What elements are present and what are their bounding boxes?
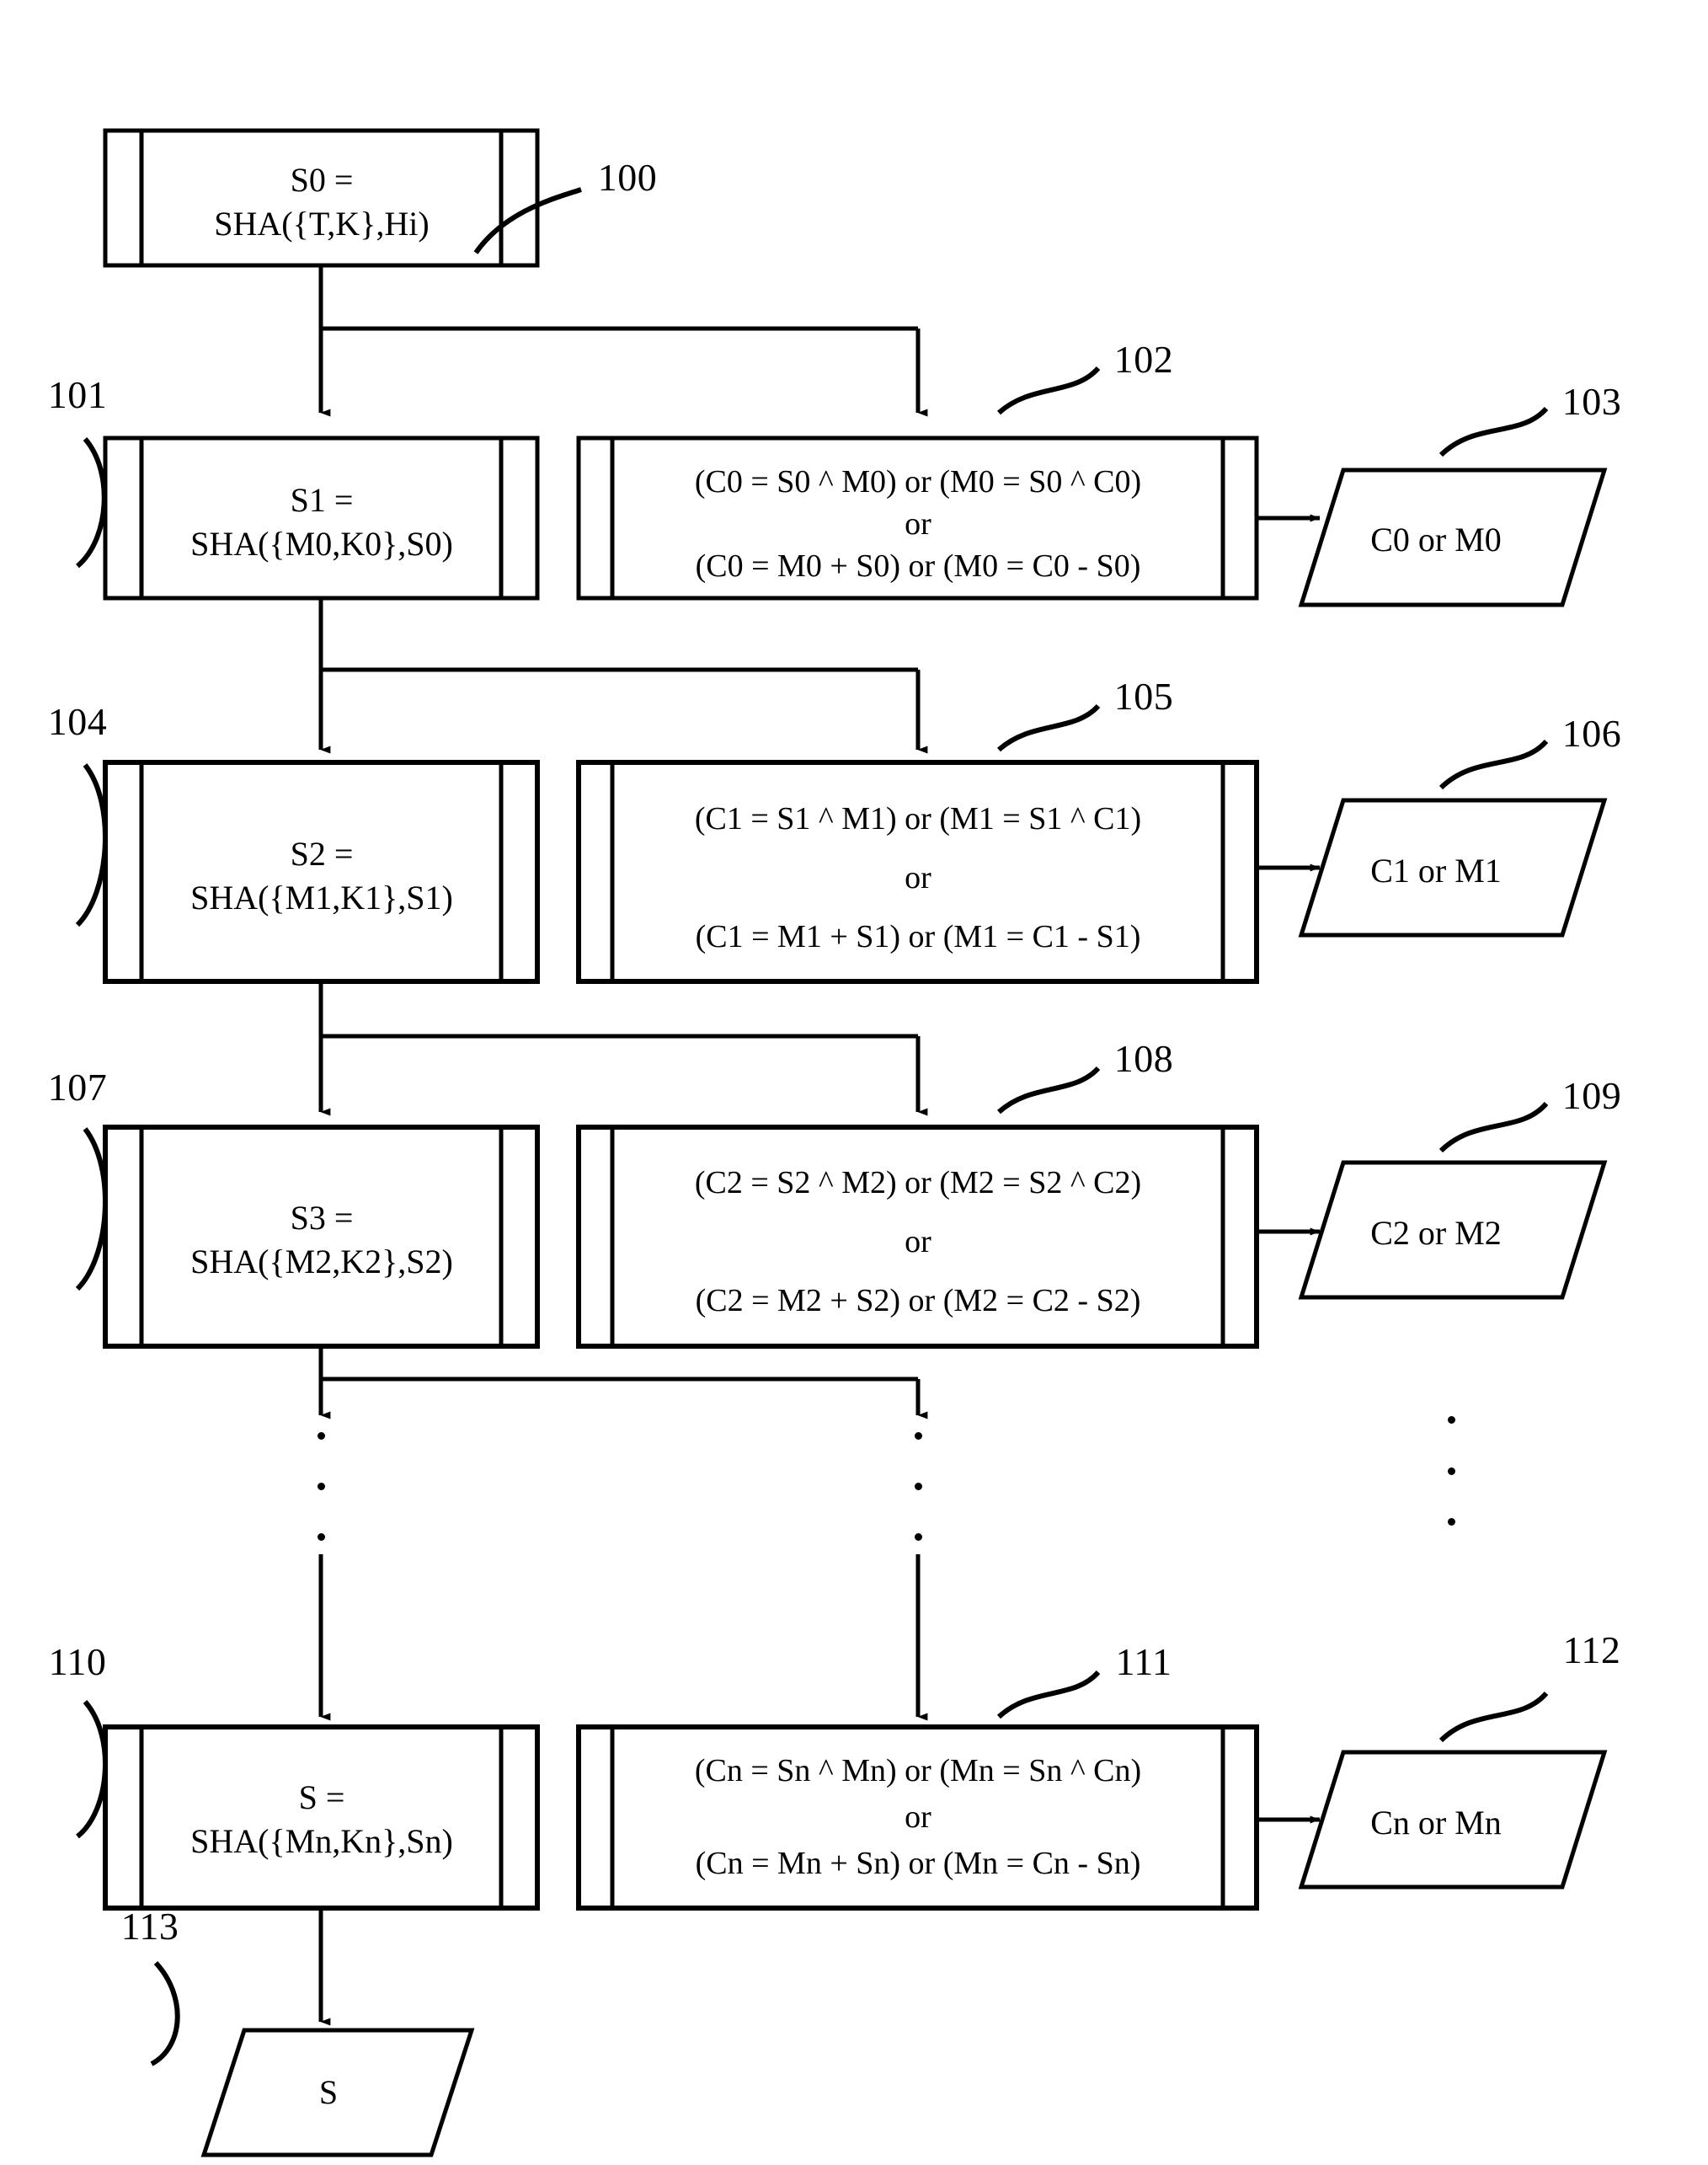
ellipsis-dot-mid-3 — [915, 1533, 922, 1541]
leader-line-103 — [1438, 406, 1549, 457]
leader-line-107 — [75, 1127, 108, 1291]
leader-line-106 — [1438, 739, 1549, 790]
connector-s1-to-stage2 — [318, 598, 928, 754]
expr-box-1 — [576, 760, 1259, 984]
ellipsis-dot-right-1 — [1448, 1416, 1455, 1424]
io-shape-0 — [1298, 468, 1608, 607]
diagram-vector-layer — [75, 128, 1608, 2157]
process-box-sn — [103, 1724, 540, 1911]
connector-ellipsis-to-last-stage — [318, 1554, 928, 1721]
process-box-s2 — [103, 760, 540, 984]
leader-line-105 — [996, 703, 1101, 752]
leader-line-112 — [1438, 1691, 1549, 1743]
io-shape-n — [1298, 1750, 1608, 1890]
io-shape-2 — [1298, 1160, 1608, 1300]
figure-canvas: 100 101 102 103 104 105 106 107 108 109 … — [0, 0, 1708, 2165]
connector-s0-to-stage1 — [318, 265, 928, 417]
ellipsis-dot-right-3 — [1448, 1518, 1455, 1526]
leader-line-101 — [76, 437, 107, 569]
ellipsis-dot-left-3 — [318, 1533, 325, 1541]
leader-line-111 — [996, 1670, 1101, 1719]
process-box-s1 — [103, 436, 540, 601]
leader-line-113 — [150, 1960, 180, 2066]
expr-box-2 — [576, 1125, 1259, 1349]
leader-line-104 — [75, 763, 108, 927]
expr-box-n — [576, 1724, 1259, 1911]
leader-line-100 — [473, 187, 582, 254]
connector-s2-to-stage3 — [318, 981, 928, 1116]
io-shape-final — [200, 2028, 475, 2157]
ellipsis-dot-right-2 — [1448, 1467, 1455, 1475]
leader-line-109 — [1438, 1101, 1549, 1153]
leader-line-108 — [996, 1066, 1101, 1115]
ellipsis-dot-left-2 — [318, 1483, 325, 1490]
ellipsis-dot-mid-1 — [915, 1432, 922, 1440]
io-shape-1 — [1298, 798, 1608, 938]
ellipsis-dot-left-1 — [318, 1432, 325, 1440]
ellipsis-dot-mid-2 — [915, 1483, 922, 1490]
leader-line-110 — [76, 1700, 108, 1839]
process-box-s3 — [103, 1125, 540, 1349]
connector-s3-to-ellipsis — [318, 1346, 928, 1419]
expr-box-0 — [576, 436, 1259, 601]
process-box-s0 — [103, 128, 540, 268]
leader-line-102 — [996, 366, 1101, 415]
